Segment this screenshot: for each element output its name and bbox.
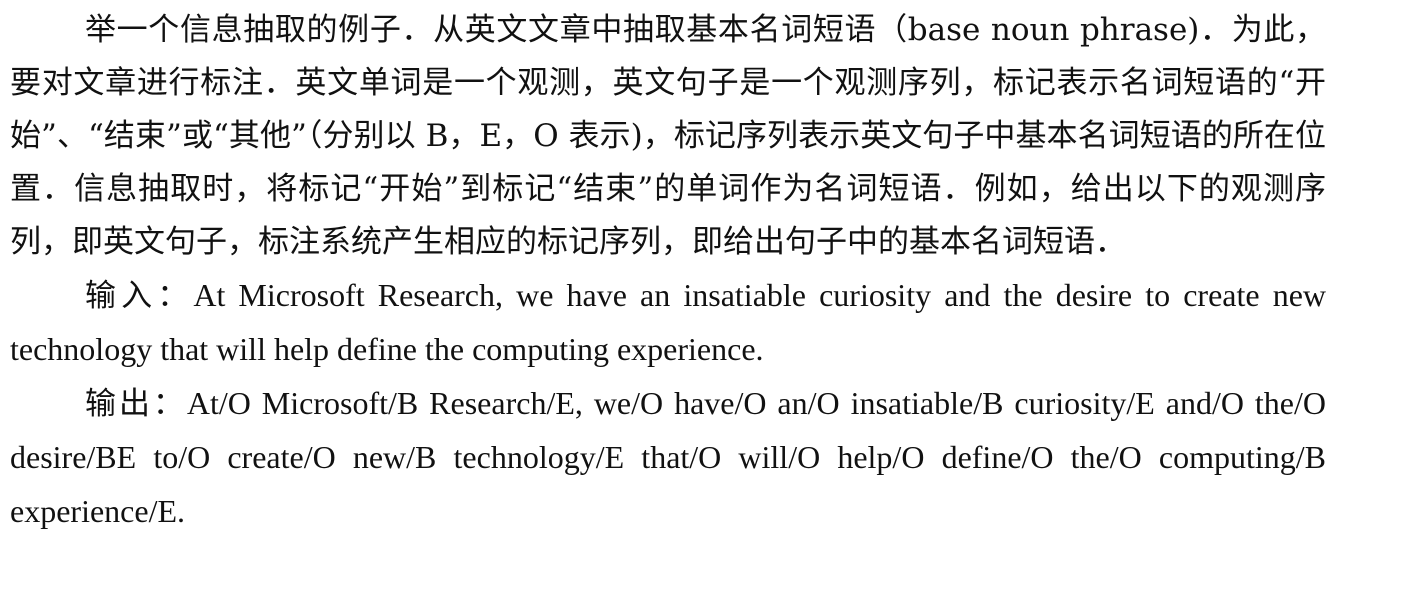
- document-page: 举一个信息抽取的例子．从英文文章中抽取基本名词短语（base noun phra…: [10, 4, 1326, 539]
- input-label: 输入：: [85, 278, 194, 314]
- output-example: 输出：At/O Microsoft/B Research/E, we/O hav…: [10, 377, 1326, 539]
- input-example: 输入：At Microsoft Research, we have an ins…: [10, 269, 1326, 377]
- intro-paragraph: 举一个信息抽取的例子．从英文文章中抽取基本名词短语（base noun phra…: [10, 12, 1326, 260]
- output-label: 输出：: [85, 386, 187, 422]
- input-sentence: At Microsoft Research, we have an insati…: [10, 277, 1327, 367]
- output-tagged-sentence: At/O Microsoft/B Research/E, we/O have/O…: [10, 385, 1327, 529]
